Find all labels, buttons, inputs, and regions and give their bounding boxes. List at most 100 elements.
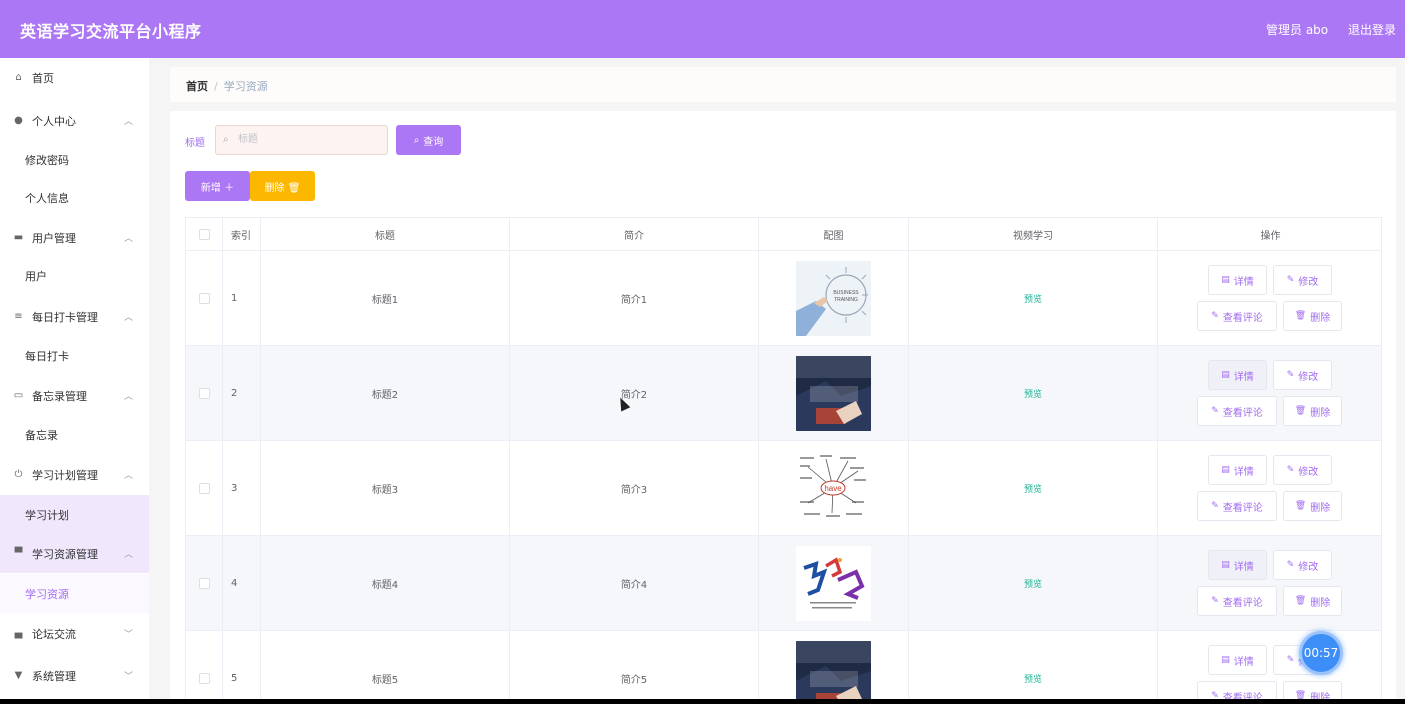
delete-button[interactable]: 删除 🗑 <box>250 171 315 201</box>
edit-icon: ✎ <box>1286 465 1295 475</box>
search-input[interactable]: ⌕ 标题 <box>215 125 388 155</box>
detail-button[interactable]: ▤ 详情 <box>1208 265 1267 295</box>
table-header: 索引 标题 简介 配图 视频学习 操作 <box>186 218 1381 251</box>
view-comments-button[interactable]: ✎ 查看评论 <box>1197 301 1277 331</box>
logout-link[interactable]: 退出登录 <box>1348 23 1396 37</box>
video-preview-link[interactable]: 预览 <box>1024 577 1042 590</box>
row-title: 标题4 <box>261 536 510 630</box>
trash-icon: 🗑 <box>1294 406 1307 416</box>
row-image[interactable] <box>796 640 871 699</box>
trash-icon: 🗑 <box>1294 596 1307 606</box>
svg-text:TRAINING: TRAINING <box>834 297 858 303</box>
page: 英语学习交流平台小程序 管理员 abo 退出登录 ⌂ 首页 ● 个人中心 ︿ 修改密码… <box>0 0 1405 699</box>
remove-button[interactable]: 🗑 删除 <box>1283 681 1342 699</box>
video-preview-link[interactable]: 预览 <box>1024 482 1042 495</box>
svg-text:have: have <box>824 484 842 493</box>
row-select-cell <box>186 251 223 345</box>
video-preview-link[interactable]: 预览 <box>1024 292 1042 305</box>
header-video: 视频学习 <box>909 218 1158 250</box>
sidebar-item-study-plan[interactable]: 学习计划 <box>0 495 149 534</box>
search-label: 标题 <box>185 138 205 149</box>
search-icon: ⌕ <box>413 134 420 146</box>
sidebar-item-study-plan-management[interactable]: ⏻ 学习计划管理 ︿ <box>0 455 149 494</box>
sidebar-item-home[interactable]: ⌂ 首页 <box>0 58 149 97</box>
detail-button[interactable]: ▤ 详情 <box>1208 360 1267 390</box>
video-preview-link[interactable]: 预览 <box>1024 672 1042 685</box>
view-comments-button[interactable]: ✎ 查看评论 <box>1197 586 1277 616</box>
sidebar-item-change-password[interactable]: 修改密码 <box>0 140 149 179</box>
row-image-cell: have <box>759 441 909 535</box>
sidebar-item-personal-info[interactable]: 个人信息 <box>0 178 149 217</box>
video-preview-link[interactable]: 预览 <box>1024 387 1042 400</box>
row-actions: ▤详情 ✎修改 ✎查看评论 🗑删除 <box>1158 346 1383 441</box>
remove-button[interactable]: 🗑 删除 <box>1283 396 1342 426</box>
edit-icon: ✎ <box>1211 501 1219 511</box>
sidebar-item-forum[interactable]: ▄ 论坛交流 ﹀ <box>0 614 149 653</box>
trash-icon: 🗑 <box>1294 311 1307 321</box>
row-image-cell <box>759 346 909 440</box>
remove-button[interactable]: 🗑 删除 <box>1283 586 1342 616</box>
row-image-cell <box>759 631 909 699</box>
view-comments-button[interactable]: ✎ 查看评论 <box>1197 491 1277 521</box>
row-checkbox[interactable] <box>198 577 210 589</box>
sidebar-item-daily-checkin[interactable]: 每日打卡 <box>0 336 149 375</box>
sidebar-item-label: 用户管理 <box>32 231 76 245</box>
view-comments-button[interactable]: ✎ 查看评论 <box>1197 396 1277 426</box>
row-checkbox[interactable] <box>198 672 210 684</box>
add-button[interactable]: 新增 ＋ <box>185 171 250 201</box>
row-image-cell <box>759 536 909 630</box>
edit-icon: ✎ <box>1211 691 1219 699</box>
row-checkbox[interactable] <box>198 387 210 399</box>
view-comments-button[interactable]: ✎ 查看评论 <box>1197 681 1277 699</box>
sidebar-item-checkin-management[interactable]: ≡ 每日打卡管理 ︿ <box>0 297 149 336</box>
sidebar-item-resource-management[interactable]: ▀ 学习资源管理 ︿ <box>0 534 149 573</box>
table-row: 4 标题4 简介4 预览 ▤ 详情 ✎ 修改 ✎ 查看评论 🗑 删除 <box>186 536 1381 631</box>
row-checkbox[interactable] <box>198 482 210 494</box>
document-icon: ▤ <box>1221 275 1230 285</box>
current-user: 管理员 abo <box>1266 23 1329 37</box>
sidebar-item-memo-management[interactable]: ▭ 备忘录管理 ︿ <box>0 376 149 415</box>
row-title: 标题2 <box>261 346 510 440</box>
row-image[interactable]: have <box>796 450 871 526</box>
remove-button[interactable]: 🗑 删除 <box>1283 491 1342 521</box>
chevron-up-icon: ︿ <box>123 313 133 323</box>
edit-button[interactable]: ✎修改 <box>1273 455 1332 485</box>
top-bar: 英语学习交流平台小程序 管理员 abo 退出登录 <box>0 0 1405 58</box>
floating-timer[interactable]: 00:57 <box>1299 631 1343 675</box>
detail-button[interactable]: ▤ 详情 <box>1208 645 1267 675</box>
edit-button[interactable]: ✎修改 <box>1273 360 1332 390</box>
sidebar-item-personal-center[interactable]: ● 个人中心 ︿ <box>0 101 149 140</box>
sidebar-item-label: 个人信息 <box>25 191 69 205</box>
svg-text:BUSINESS: BUSINESS <box>833 290 859 296</box>
breadcrumb-home[interactable]: 首页 <box>186 80 208 93</box>
comment-label: 查看评论 <box>1222 597 1263 609</box>
sidebar-item-system[interactable]: ▼ 系统管理 ﹀ <box>0 656 149 695</box>
edit-button[interactable]: ✎修改 <box>1273 265 1332 295</box>
app-title: 英语学习交流平台小程序 <box>20 22 202 41</box>
remove-button[interactable]: 🗑 删除 <box>1283 301 1342 331</box>
table-row: 1 标题1 简介1 BUSINESS TRAINING 预览 ▤ 详情 ✎ 修改 ✎ 查… <box>186 251 1381 346</box>
sidebar-item-memo[interactable]: 备忘录 <box>0 415 149 454</box>
sidebar-item-users[interactable]: 用户 <box>0 256 149 295</box>
row-image[interactable]: BUSINESS TRAINING <box>796 260 871 336</box>
detail-button[interactable]: ▤ 详情 <box>1208 455 1267 485</box>
header-intro: 简介 <box>510 218 759 250</box>
edit-icon: ✎ <box>1211 596 1219 606</box>
resource-table: 索引 标题 简介 配图 视频学习 操作 1 标题1 简介1 BUSINESS TR… <box>185 217 1382 699</box>
row-video-cell: 预览 <box>909 536 1158 630</box>
trash-icon: 🗑 <box>1294 501 1307 511</box>
header-image: 配图 <box>759 218 909 250</box>
detail-button[interactable]: ▤ 详情 <box>1208 550 1267 580</box>
edit-button[interactable]: ✎修改 <box>1273 550 1332 580</box>
query-button[interactable]: ⌕ 查询 <box>396 125 461 155</box>
sidebar-item-resources[interactable]: 学习资源 <box>0 574 149 613</box>
sidebar-item-label: 首页 <box>32 71 54 85</box>
row-video-cell: 预览 <box>909 441 1158 535</box>
sidebar-item-user-management[interactable]: ▬ 用户管理 ︿ <box>0 218 149 257</box>
select-all-checkbox[interactable] <box>198 228 210 240</box>
row-checkbox[interactable] <box>198 292 210 304</box>
row-intro: 简介2 <box>510 346 759 440</box>
row-image[interactable] <box>796 545 871 621</box>
row-intro: 简介1 <box>510 251 759 345</box>
row-image[interactable] <box>796 355 871 431</box>
